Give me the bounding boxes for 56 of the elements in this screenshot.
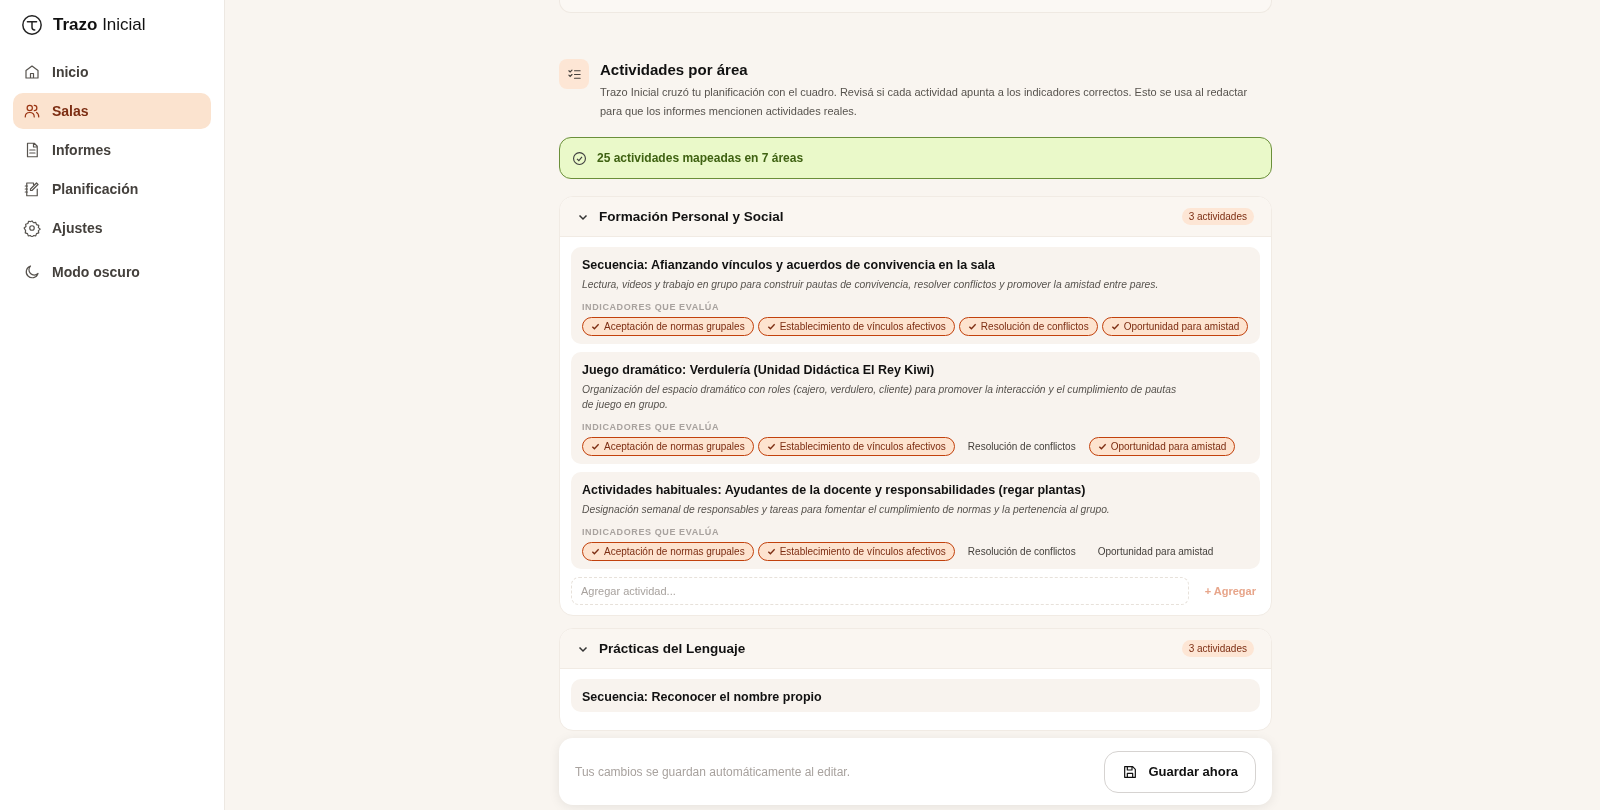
indicators-label: INDICADORES QUE EVALÚA bbox=[582, 422, 721, 432]
check-icon bbox=[967, 322, 977, 331]
people-icon bbox=[23, 102, 41, 120]
activity-title: Juego dramático: Verdulería (Unidad Didáctica El Rey Kiwi) bbox=[582, 363, 936, 377]
check-icon bbox=[591, 442, 600, 451]
section-description: Trazo Inicial cruzó tu planificación con el cuadro. Revisá si cada actividad apunta a los indicadores correctos. Esto se usa al redactar para que los informes mencionen actividades reales. bbox=[600, 85, 1249, 119]
check-circle-icon bbox=[572, 150, 587, 166]
indicator-chip[interactable]: Establecimiento de vínculos afectivos bbox=[757, 437, 955, 456]
section-title: Actividades por área bbox=[600, 60, 749, 78]
moon-icon bbox=[23, 263, 41, 281]
area-title: Prácticas del Lenguaje bbox=[599, 641, 747, 656]
summary-banner: 25 actividades mapeadas en 7 áreas bbox=[559, 137, 1272, 179]
nav-item[interactable]: Salas bbox=[13, 93, 211, 129]
logo-icon bbox=[21, 14, 43, 36]
nav-item[interactable]: Ajustes bbox=[13, 210, 211, 246]
home-icon bbox=[23, 63, 41, 81]
gear-icon bbox=[23, 219, 41, 237]
activity-description: Lectura, videos y trabajo en grupo para construir pautas de convivencia, resolver conflictos y promover la amistad entre pares. bbox=[582, 278, 1160, 292]
indicator-chip[interactable]: Aceptación de normas grupales bbox=[582, 317, 754, 336]
check-icon bbox=[766, 322, 776, 331]
check-icon bbox=[1110, 322, 1120, 331]
check-icon bbox=[766, 547, 776, 556]
indicator-chip[interactable]: Establecimiento de vínculos afectivos bbox=[757, 542, 955, 561]
nav-item[interactable]: Inicio bbox=[13, 54, 211, 90]
activity-count: 3 actividades bbox=[1181, 640, 1254, 657]
nav-item[interactable]: Planificación bbox=[13, 171, 211, 207]
nav-item[interactable]: Informes bbox=[13, 132, 211, 168]
checklist-icon bbox=[559, 59, 589, 89]
activity-title: Actividades habituales: Ayudantes de la docente y responsabilidades (regar plantas) bbox=[582, 483, 1087, 497]
indicator-chip[interactable]: Resolución de conflictos bbox=[958, 317, 1098, 336]
area-header[interactable]: Formación Personal y Social 3 actividades bbox=[560, 197, 1271, 237]
activity-count: 3 actividades bbox=[1181, 208, 1254, 225]
check-icon bbox=[591, 547, 600, 556]
indicator-chip[interactable]: Oportunidad para amistad bbox=[1088, 437, 1236, 456]
activity-title: Secuencia: Afianzando vínculos y acuerdos de convivencia en la sala bbox=[582, 258, 996, 272]
activity-description: Designación semanal de responsables y tareas para fomentar el cumplimiento de normas y la pertenencia al grupo. bbox=[582, 503, 1111, 517]
add-activity-field[interactable]: Agregar actividad... bbox=[571, 577, 1189, 605]
indicators-label: INDICADORES QUE EVALÚA bbox=[582, 527, 721, 537]
indicator-chip[interactable]: Aceptación de normas grupales bbox=[582, 542, 754, 561]
activity-title: Secuencia: Reconocer el nombre propio bbox=[582, 690, 823, 704]
notebook-icon bbox=[23, 180, 41, 198]
check-icon bbox=[766, 442, 776, 451]
area-title: Formación Personal y Social bbox=[599, 209, 785, 224]
activity-description: Organización del espacio dramático con roles (cajero, verdulero, cliente) para promover la interacción y el cumplimiento de pautas de juego en grupo. bbox=[582, 383, 1178, 412]
save-icon bbox=[1122, 763, 1139, 780]
check-icon bbox=[591, 322, 600, 331]
area-header[interactable]: Prácticas del Lenguaje 3 actividades bbox=[560, 629, 1271, 669]
indicators-label: INDICADORES QUE EVALÚA bbox=[582, 302, 721, 312]
brand-name: Trazo Inicial bbox=[53, 15, 146, 35]
indicator-chip[interactable]: Aceptación de normas grupales bbox=[582, 437, 754, 456]
indicator-chip[interactable]: Establecimiento de vínculos afectivos bbox=[757, 317, 955, 336]
indicator-chip[interactable]: Oportunidad para amistad bbox=[1101, 317, 1249, 336]
check-icon bbox=[1097, 442, 1107, 451]
dark-mode-toggle[interactable]: Modo oscuro bbox=[13, 254, 211, 290]
save-button[interactable]: Guardar ahora bbox=[1104, 750, 1256, 793]
autosave-note: Tus cambios se guardan automáticamente al editar. bbox=[575, 764, 852, 779]
